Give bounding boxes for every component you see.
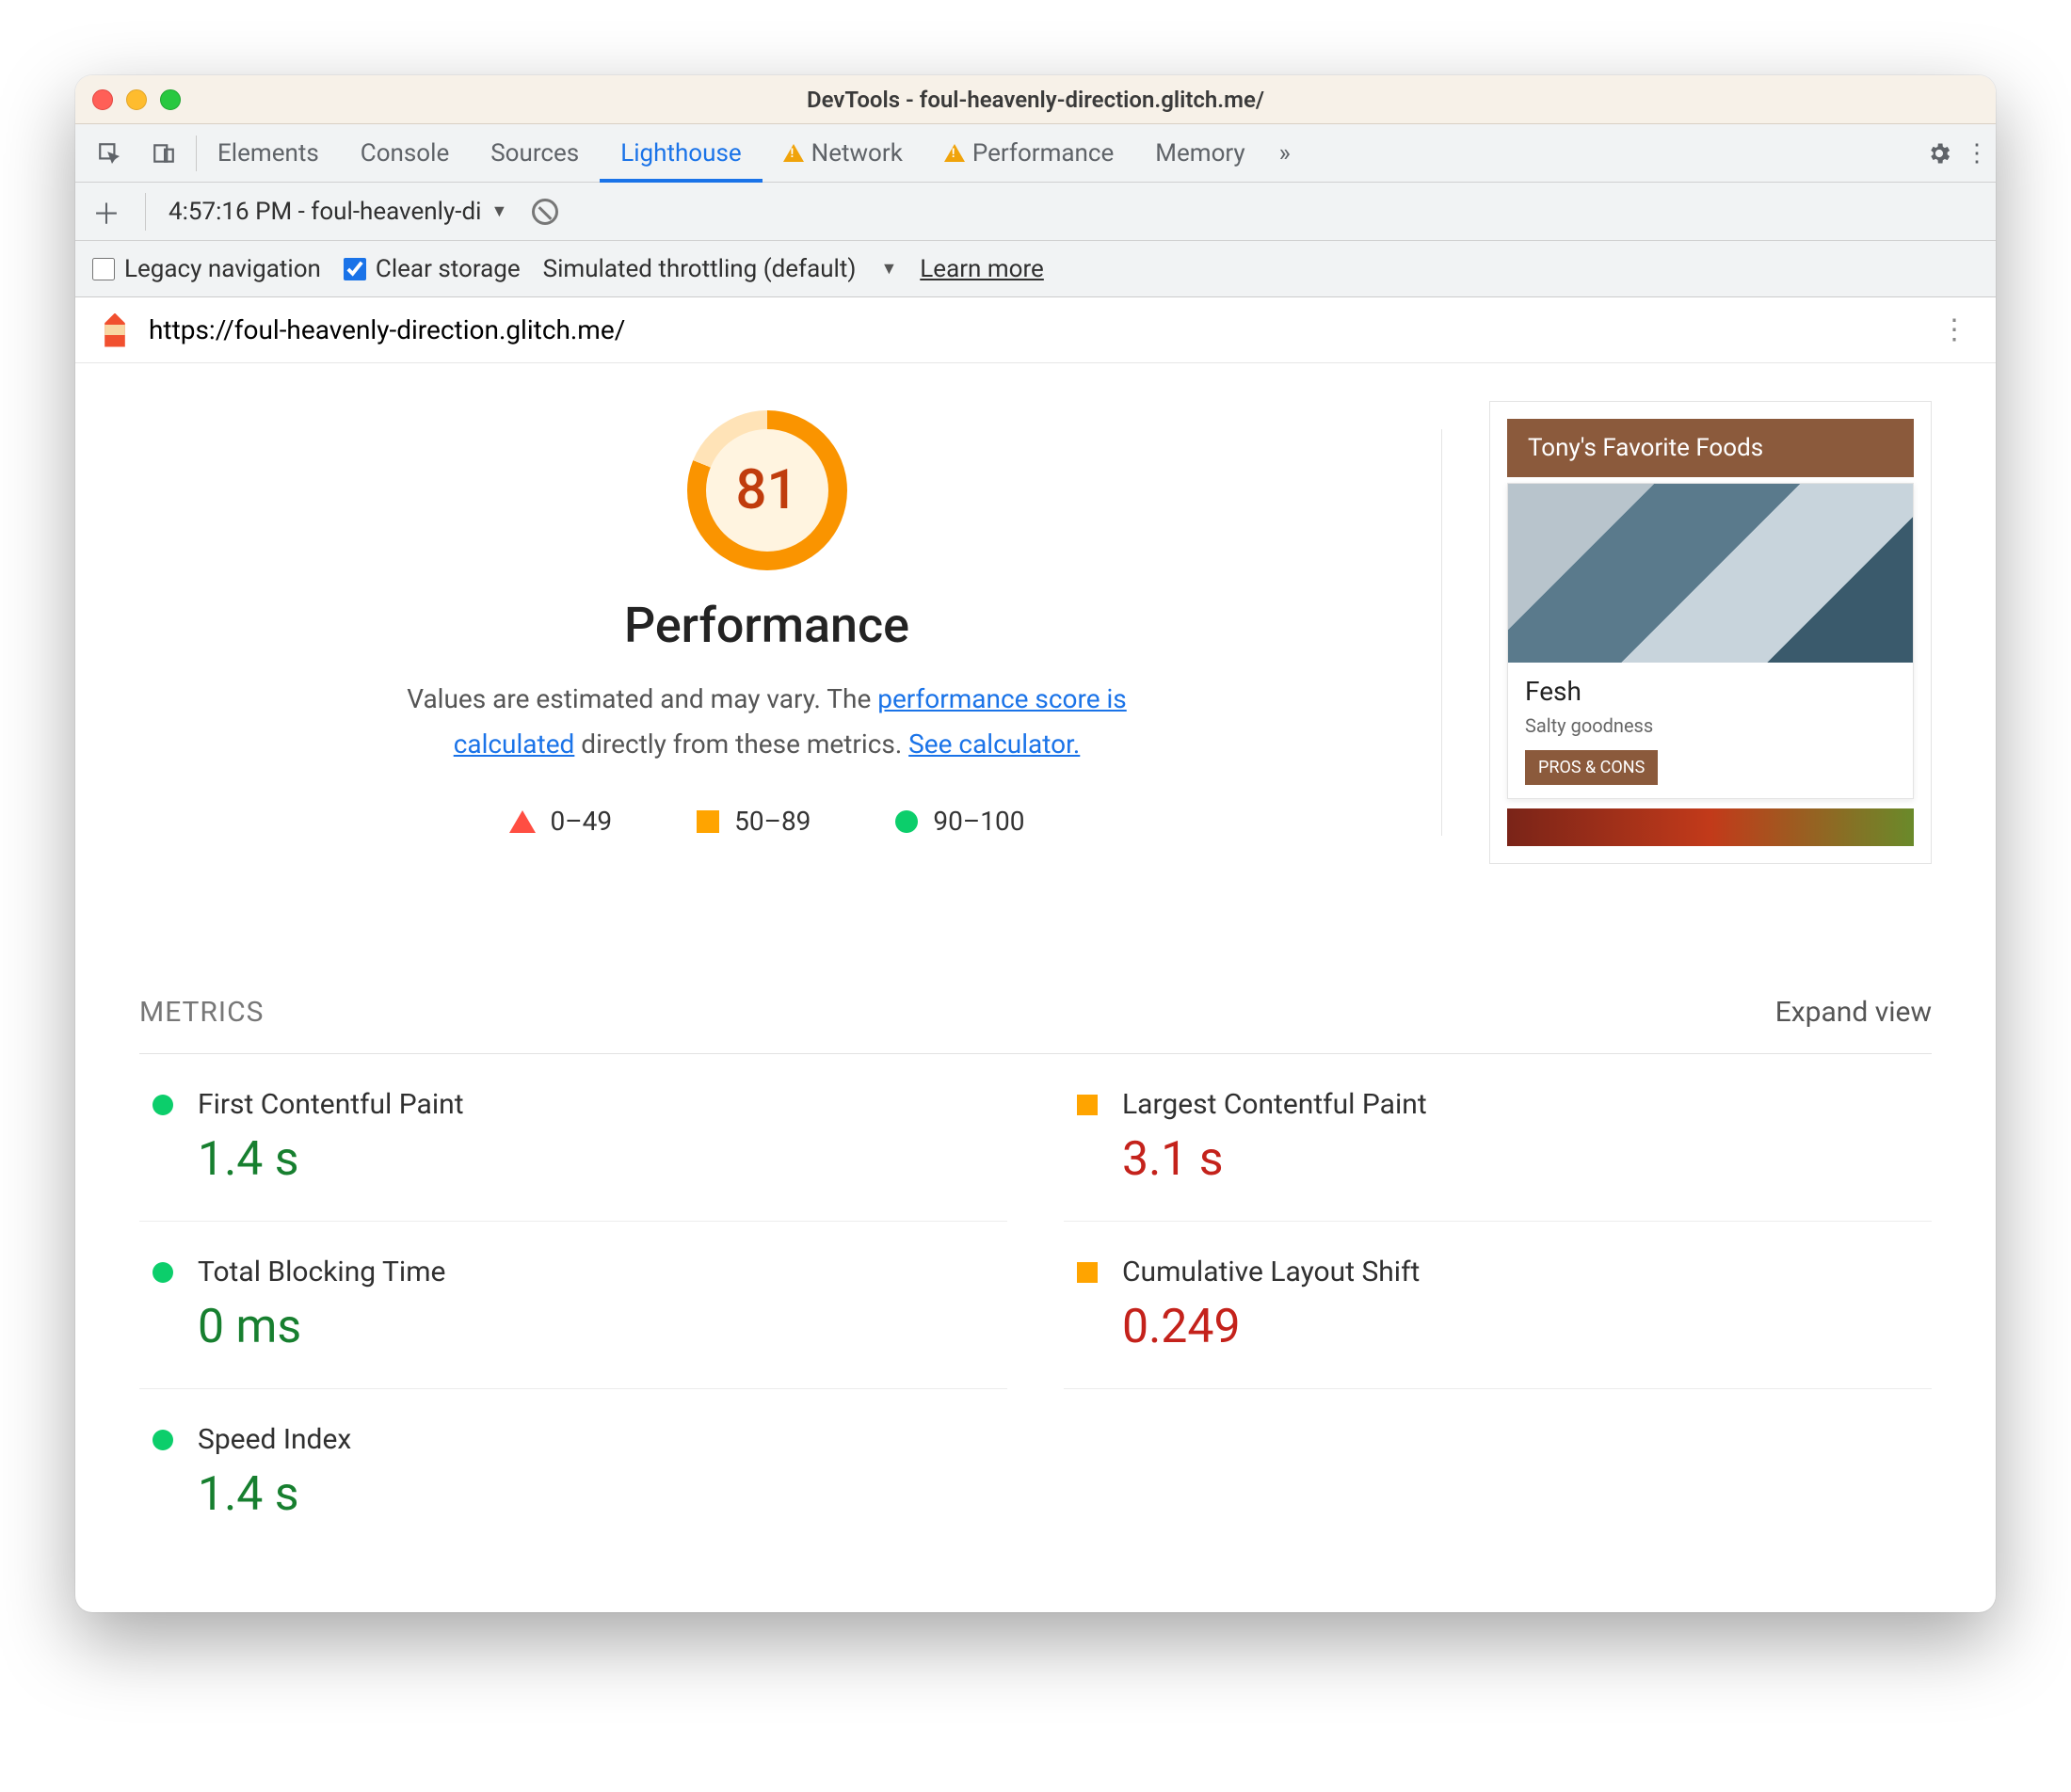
report-menu-icon[interactable]: ⋮ xyxy=(1935,312,1973,349)
triangle-fail-icon xyxy=(509,810,536,833)
legend-fail-range: 0–49 xyxy=(551,806,613,837)
category-title: Performance xyxy=(139,597,1394,654)
metric-value: 1.4 s xyxy=(198,1467,1007,1522)
legacy-navigation-checkbox[interactable]: Legacy navigation xyxy=(92,255,321,283)
panel-tabstrip: Elements Console Sources Lighthouse Network P… xyxy=(75,124,1996,183)
circle-pass-icon xyxy=(153,1430,173,1450)
score-value: 81 xyxy=(706,429,828,552)
chevron-down-icon: ▼ xyxy=(880,259,897,279)
metric-name: Speed Index xyxy=(198,1423,351,1456)
score-legend: 0–49 50–89 90–100 xyxy=(139,806,1394,837)
circle-pass-icon xyxy=(895,810,918,833)
metric-name: Cumulative Layout Shift xyxy=(1122,1256,1420,1288)
new-report-button[interactable]: ＋ xyxy=(92,191,120,232)
tab-network[interactable]: Network xyxy=(763,124,923,183)
preview-site-header: Tony's Favorite Foods xyxy=(1507,419,1914,477)
report-selector-label: 4:57:16 PM - foul-heavenly-di xyxy=(169,198,481,226)
tab-console[interactable]: Console xyxy=(340,124,470,183)
desc-text-2: directly from these metrics. xyxy=(574,728,908,760)
expand-view-toggle[interactable]: Expand view xyxy=(1775,996,1932,1029)
tab-memory[interactable]: Memory xyxy=(1134,124,1265,183)
tab-performance[interactable]: Performance xyxy=(923,124,1134,183)
clear-all-icon[interactable] xyxy=(532,199,558,225)
tab-label: Console xyxy=(361,139,449,168)
inspect-element-icon[interactable] xyxy=(90,135,128,172)
tab-label: Elements xyxy=(217,139,319,168)
warning-icon xyxy=(944,144,965,162)
lighthouse-toolbar: ＋ 4:57:16 PM - foul-heavenly-di ▼ xyxy=(75,183,1996,241)
window-title: DevTools - foul-heavenly-direction.glitc… xyxy=(75,87,1996,113)
lighthouse-options-bar: Legacy navigation Clear storage Simulate… xyxy=(75,241,1996,297)
metric-value: 0.249 xyxy=(1122,1300,1932,1354)
tab-label: Sources xyxy=(490,139,579,168)
performance-summary: 81 Performance Values are estimated and … xyxy=(139,401,1394,837)
square-average-icon xyxy=(1077,1262,1098,1283)
page-screenshot-preview: Tony's Favorite Foods Fesh Salty goodnes… xyxy=(1489,401,1932,864)
circle-pass-icon xyxy=(153,1262,173,1283)
circle-pass-icon xyxy=(153,1095,173,1115)
settings-gear-icon[interactable] xyxy=(1920,135,1958,172)
score-description: Values are estimated and may vary. The p… xyxy=(381,677,1153,766)
learn-more-link[interactable]: Learn more xyxy=(920,255,1044,283)
tab-label: Network xyxy=(811,139,903,168)
metric-name: Total Blocking Time xyxy=(198,1256,445,1288)
square-average-icon xyxy=(697,810,719,833)
lighthouse-report: 81 Performance Values are estimated and … xyxy=(75,363,1996,1612)
legacy-navigation-label: Legacy navigation xyxy=(124,255,321,283)
metric-value: 1.4 s xyxy=(198,1132,1007,1187)
metric-cumulative-layout-shift[interactable]: Cumulative Layout Shift 0.249 xyxy=(1064,1222,1932,1389)
report-url-bar: https://foul-heavenly-direction.glitch.m… xyxy=(75,297,1996,363)
metrics-heading: METRICS xyxy=(139,996,264,1029)
more-tabs-icon[interactable]: » xyxy=(1266,135,1304,172)
kebab-menu-icon[interactable]: ⋮ xyxy=(1958,135,1996,172)
legend-pass-range: 90–100 xyxy=(933,806,1024,837)
metrics-grid: First Contentful Paint 1.4 s Largest Conte… xyxy=(139,1054,1932,1556)
preview-food-image-2 xyxy=(1507,808,1914,846)
preview-card-subtitle: Salty goodness xyxy=(1525,714,1896,737)
preview-card-title: Fesh xyxy=(1525,676,1896,707)
throttling-dropdown[interactable]: Simulated throttling (default) ▼ xyxy=(543,250,898,288)
metric-first-contentful-paint[interactable]: First Contentful Paint 1.4 s xyxy=(139,1054,1007,1222)
metric-value: 3.1 s xyxy=(1122,1132,1932,1187)
metric-value: 0 ms xyxy=(198,1300,1007,1354)
legend-avg-range: 50–89 xyxy=(734,806,811,837)
score-gauge[interactable]: 81 xyxy=(687,410,847,570)
see-calculator-link[interactable]: See calculator. xyxy=(908,728,1080,760)
desc-text-1: Values are estimated and may vary. The xyxy=(407,683,877,714)
preview-food-image xyxy=(1508,484,1913,663)
tab-lighthouse[interactable]: Lighthouse xyxy=(600,124,762,183)
square-average-icon xyxy=(1077,1095,1098,1115)
preview-food-card: Fesh Salty goodness PROS & CONS xyxy=(1507,483,1914,799)
throttling-label: Simulated throttling (default) xyxy=(543,255,857,283)
titlebar: DevTools - foul-heavenly-direction.glitc… xyxy=(75,75,1996,124)
clear-storage-label: Clear storage xyxy=(376,255,521,283)
chevron-down-icon: ▼ xyxy=(490,201,507,221)
report-selector-dropdown[interactable]: 4:57:16 PM - foul-heavenly-di ▼ xyxy=(145,193,507,231)
devtools-window: DevTools - foul-heavenly-direction.glitc… xyxy=(75,75,1996,1612)
metric-speed-index[interactable]: Speed Index 1.4 s xyxy=(139,1389,1007,1556)
metric-total-blocking-time[interactable]: Total Blocking Time 0 ms xyxy=(139,1222,1007,1389)
tab-sources[interactable]: Sources xyxy=(470,124,600,183)
warning-icon xyxy=(783,144,804,162)
tab-label: Performance xyxy=(972,139,1114,168)
lighthouse-icon xyxy=(98,313,132,347)
metric-name: First Contentful Paint xyxy=(198,1088,464,1121)
metric-name: Largest Contentful Paint xyxy=(1122,1088,1427,1121)
metrics-header: METRICS Expand view xyxy=(139,996,1932,1054)
preview-card-button: PROS & CONS xyxy=(1525,750,1658,785)
metric-largest-contentful-paint[interactable]: Largest Contentful Paint 3.1 s xyxy=(1064,1054,1932,1222)
clear-storage-checkbox[interactable]: Clear storage xyxy=(344,255,521,283)
device-toolbar-icon[interactable] xyxy=(145,135,183,172)
report-url: https://foul-heavenly-direction.glitch.m… xyxy=(149,314,625,345)
tab-label: Memory xyxy=(1155,139,1244,168)
tab-elements[interactable]: Elements xyxy=(197,124,340,183)
divider xyxy=(1441,429,1442,836)
tab-label: Lighthouse xyxy=(620,139,741,168)
